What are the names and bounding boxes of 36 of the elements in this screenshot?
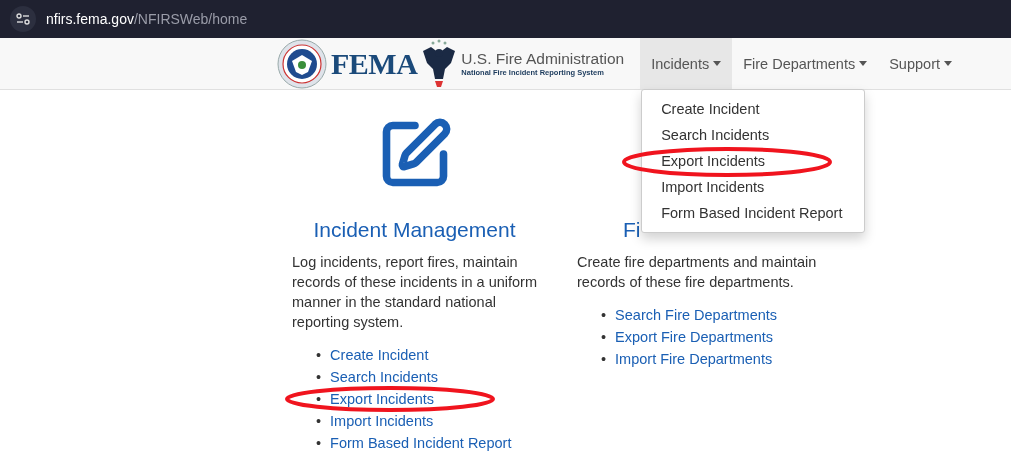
section-heading: Incident Management	[312, 218, 517, 243]
caret-icon	[713, 61, 722, 66]
bullet: •	[316, 412, 322, 431]
menu-item[interactable]: Search Incidents	[642, 122, 865, 148]
bullet: •	[316, 434, 322, 453]
bullet: •	[601, 350, 607, 369]
section-link[interactable]: Search Incidents	[330, 366, 439, 388]
bullet: •	[316, 368, 322, 387]
site-settings-icon[interactable]	[10, 6, 36, 32]
nav-tab[interactable]: Fire Departments	[732, 38, 879, 89]
url-text[interactable]: nfirs.fema.gov/NFIRSWeb/home	[46, 11, 248, 27]
caret-icon	[859, 61, 868, 66]
section-link[interactable]: Create Incident	[330, 344, 429, 366]
bullet: •	[316, 390, 322, 409]
brand-title: U.S. Fire Administration	[461, 51, 625, 67]
section-heading: Fi	[622, 218, 642, 243]
nav-tab[interactable]: Incidents	[640, 38, 733, 89]
bullet: •	[316, 346, 322, 365]
agency-logo-text: FEMA	[331, 46, 418, 81]
section-link[interactable]: Import Fire Departments	[615, 348, 773, 370]
section-link[interactable]: Export Incidents	[330, 388, 435, 410]
bullet: •	[601, 328, 607, 347]
section-description: Create fire departments and maintain records of these fire departments.	[577, 253, 818, 292]
menu-item[interactable]: Import Incidents	[642, 174, 865, 200]
section-link[interactable]: Import Incidents	[330, 410, 434, 432]
menu-item[interactable]: Create Incident	[642, 96, 865, 122]
menu-item[interactable]: Form Based Incident Report	[642, 200, 865, 226]
bullet: •	[601, 306, 607, 325]
section-link[interactable]: Export Fire Departments	[615, 326, 774, 348]
nav-tab[interactable]: Support	[878, 38, 963, 89]
eagle-icon	[421, 38, 458, 89]
section-description: Log incidents, report fires, maintain records of these incidents in a uniform manner in the standard national reporting system.	[292, 253, 537, 332]
caret-icon	[944, 61, 952, 66]
menu-item[interactable]: Export Incidents	[642, 148, 865, 174]
section-link[interactable]: Search Fire Departments	[615, 304, 778, 326]
section-link[interactable]: Form Based Incident Report	[330, 432, 512, 454]
